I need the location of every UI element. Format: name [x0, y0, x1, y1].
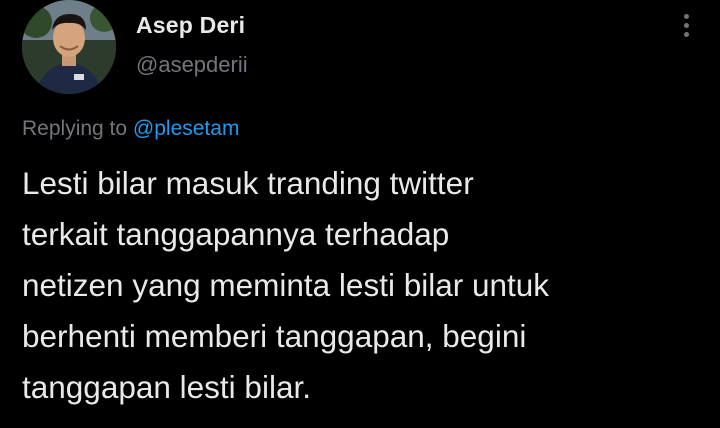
reply-context: Replying to @plesetam	[22, 117, 239, 141]
reply-mention-link[interactable]: @plesetam	[133, 117, 240, 140]
tweet-text-line: netizen yang meminta lesti bilar untuk	[22, 267, 550, 303]
dot	[683, 23, 689, 28]
dot	[683, 14, 689, 19]
author-handle[interactable]: @asepderii	[136, 52, 248, 78]
more-options-icon[interactable]	[674, 14, 698, 42]
tweet-text-line: tanggapan lesti bilar.	[22, 369, 311, 405]
tweet-text-line: berhenti memberi tanggapan, begini	[22, 318, 527, 354]
author-display-name[interactable]: Asep Deri	[136, 12, 245, 39]
avatar[interactable]	[22, 0, 116, 94]
tweet-text-line: terkait tanggapannya terhadap	[22, 216, 450, 252]
avatar-photo	[22, 0, 116, 94]
dot	[683, 32, 689, 37]
reply-prefix: Replying to	[22, 117, 128, 140]
tweet: Asep Deri @asepderii Replying to @pleset…	[0, 0, 720, 428]
tweet-text: Lesti bilar masuk tranding twitter terka…	[22, 158, 712, 413]
tweet-text-line: Lesti bilar masuk tranding twitter	[22, 165, 474, 201]
